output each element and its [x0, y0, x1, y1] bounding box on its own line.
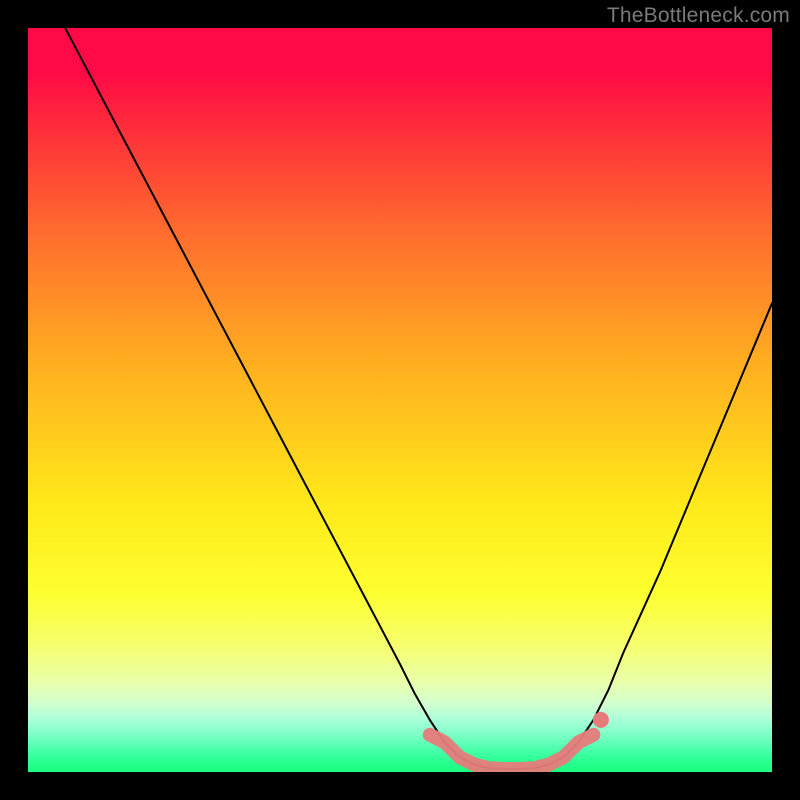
marker-dot [593, 712, 609, 728]
plot-area [28, 28, 772, 772]
watermark-text: TheBottleneck.com [607, 4, 790, 28]
flat-region-highlight [430, 735, 594, 769]
curve-layer [28, 28, 772, 772]
bottleneck-curve [65, 28, 772, 769]
chart-frame: TheBottleneck.com [0, 0, 800, 800]
